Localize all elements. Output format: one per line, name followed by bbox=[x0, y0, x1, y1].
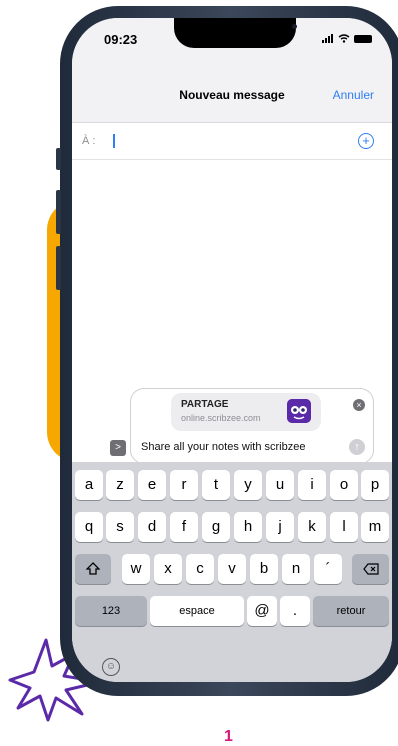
numbers-key[interactable]: 123 bbox=[75, 596, 147, 626]
backspace-key[interactable] bbox=[352, 554, 389, 584]
link-preview[interactable]: PARTAGE online.scribzee.com × bbox=[171, 393, 365, 431]
key-i[interactable]: i bbox=[298, 470, 326, 500]
key-k[interactable]: k bbox=[298, 512, 326, 542]
link-preview-title: PARTAGE bbox=[181, 399, 229, 410]
text-cursor bbox=[113, 134, 115, 148]
signal-icon bbox=[322, 34, 334, 43]
apps-icon[interactable]: > bbox=[110, 440, 126, 456]
scribzee-logo-icon bbox=[287, 399, 311, 423]
key-e[interactable]: e bbox=[138, 470, 166, 500]
key-m[interactable]: m bbox=[361, 512, 389, 542]
key-a[interactable]: a bbox=[75, 470, 103, 500]
key-p[interactable]: p bbox=[361, 470, 389, 500]
key-w[interactable]: w bbox=[122, 554, 150, 584]
compose-text: Share all your notes with scribzee bbox=[141, 441, 306, 453]
key-b[interactable]: b bbox=[250, 554, 278, 584]
plus-circle-icon[interactable]: + bbox=[358, 133, 374, 149]
key-s[interactable]: s bbox=[106, 512, 134, 542]
wifi-icon bbox=[338, 34, 350, 43]
key-z[interactable]: z bbox=[106, 470, 134, 500]
shift-key[interactable] bbox=[75, 554, 111, 584]
key-r[interactable]: r bbox=[170, 470, 198, 500]
cancel-button[interactable]: Annuler bbox=[333, 88, 374, 102]
key-accent[interactable]: ´ bbox=[314, 554, 342, 584]
key-d[interactable]: d bbox=[138, 512, 166, 542]
keyboard: a z e r t y u i o p q s d f g h j k l m … bbox=[72, 462, 392, 682]
key-f[interactable]: f bbox=[170, 512, 198, 542]
space-key[interactable]: espace bbox=[150, 596, 244, 626]
key-c[interactable]: c bbox=[186, 554, 214, 584]
battery-icon bbox=[354, 34, 372, 43]
status-icons bbox=[322, 34, 372, 43]
phone-screen: 09:23 Nouveau message Annuler À : + > PA… bbox=[72, 18, 392, 682]
dot-key[interactable]: . bbox=[280, 596, 310, 626]
close-icon[interactable]: × bbox=[353, 399, 365, 411]
key-t[interactable]: t bbox=[202, 470, 230, 500]
volume-down-button bbox=[56, 246, 61, 290]
key-x[interactable]: x bbox=[154, 554, 182, 584]
navigation-bar: Nouveau message Annuler bbox=[72, 64, 392, 123]
recipient-label: À : bbox=[82, 135, 96, 147]
camera-icon bbox=[292, 24, 297, 29]
shift-icon bbox=[85, 562, 101, 575]
key-h[interactable]: h bbox=[234, 512, 262, 542]
key-n[interactable]: n bbox=[282, 554, 310, 584]
key-g[interactable]: g bbox=[202, 512, 230, 542]
key-j[interactable]: j bbox=[266, 512, 294, 542]
recipient-row[interactable]: À : + bbox=[72, 123, 392, 160]
emoji-icon[interactable]: ☺ bbox=[102, 658, 120, 676]
step-number: 1 bbox=[224, 728, 233, 745]
backspace-icon bbox=[362, 563, 379, 575]
mute-switch bbox=[56, 148, 61, 170]
key-q[interactable]: q bbox=[75, 512, 103, 542]
key-v[interactable]: v bbox=[218, 554, 246, 584]
key-y[interactable]: y bbox=[234, 470, 262, 500]
return-key[interactable]: retour bbox=[313, 596, 389, 626]
notch bbox=[174, 18, 297, 48]
status-time: 09:23 bbox=[104, 32, 138, 47]
key-u[interactable]: u bbox=[266, 470, 294, 500]
compose-field[interactable]: PARTAGE online.scribzee.com × Share all … bbox=[130, 388, 374, 464]
volume-up-button bbox=[56, 190, 61, 234]
key-o[interactable]: o bbox=[330, 470, 358, 500]
link-preview-url: online.scribzee.com bbox=[181, 413, 261, 423]
send-arrow-icon[interactable]: ↑ bbox=[349, 439, 365, 455]
key-l[interactable]: l bbox=[330, 512, 358, 542]
at-key[interactable]: @ bbox=[247, 596, 277, 626]
